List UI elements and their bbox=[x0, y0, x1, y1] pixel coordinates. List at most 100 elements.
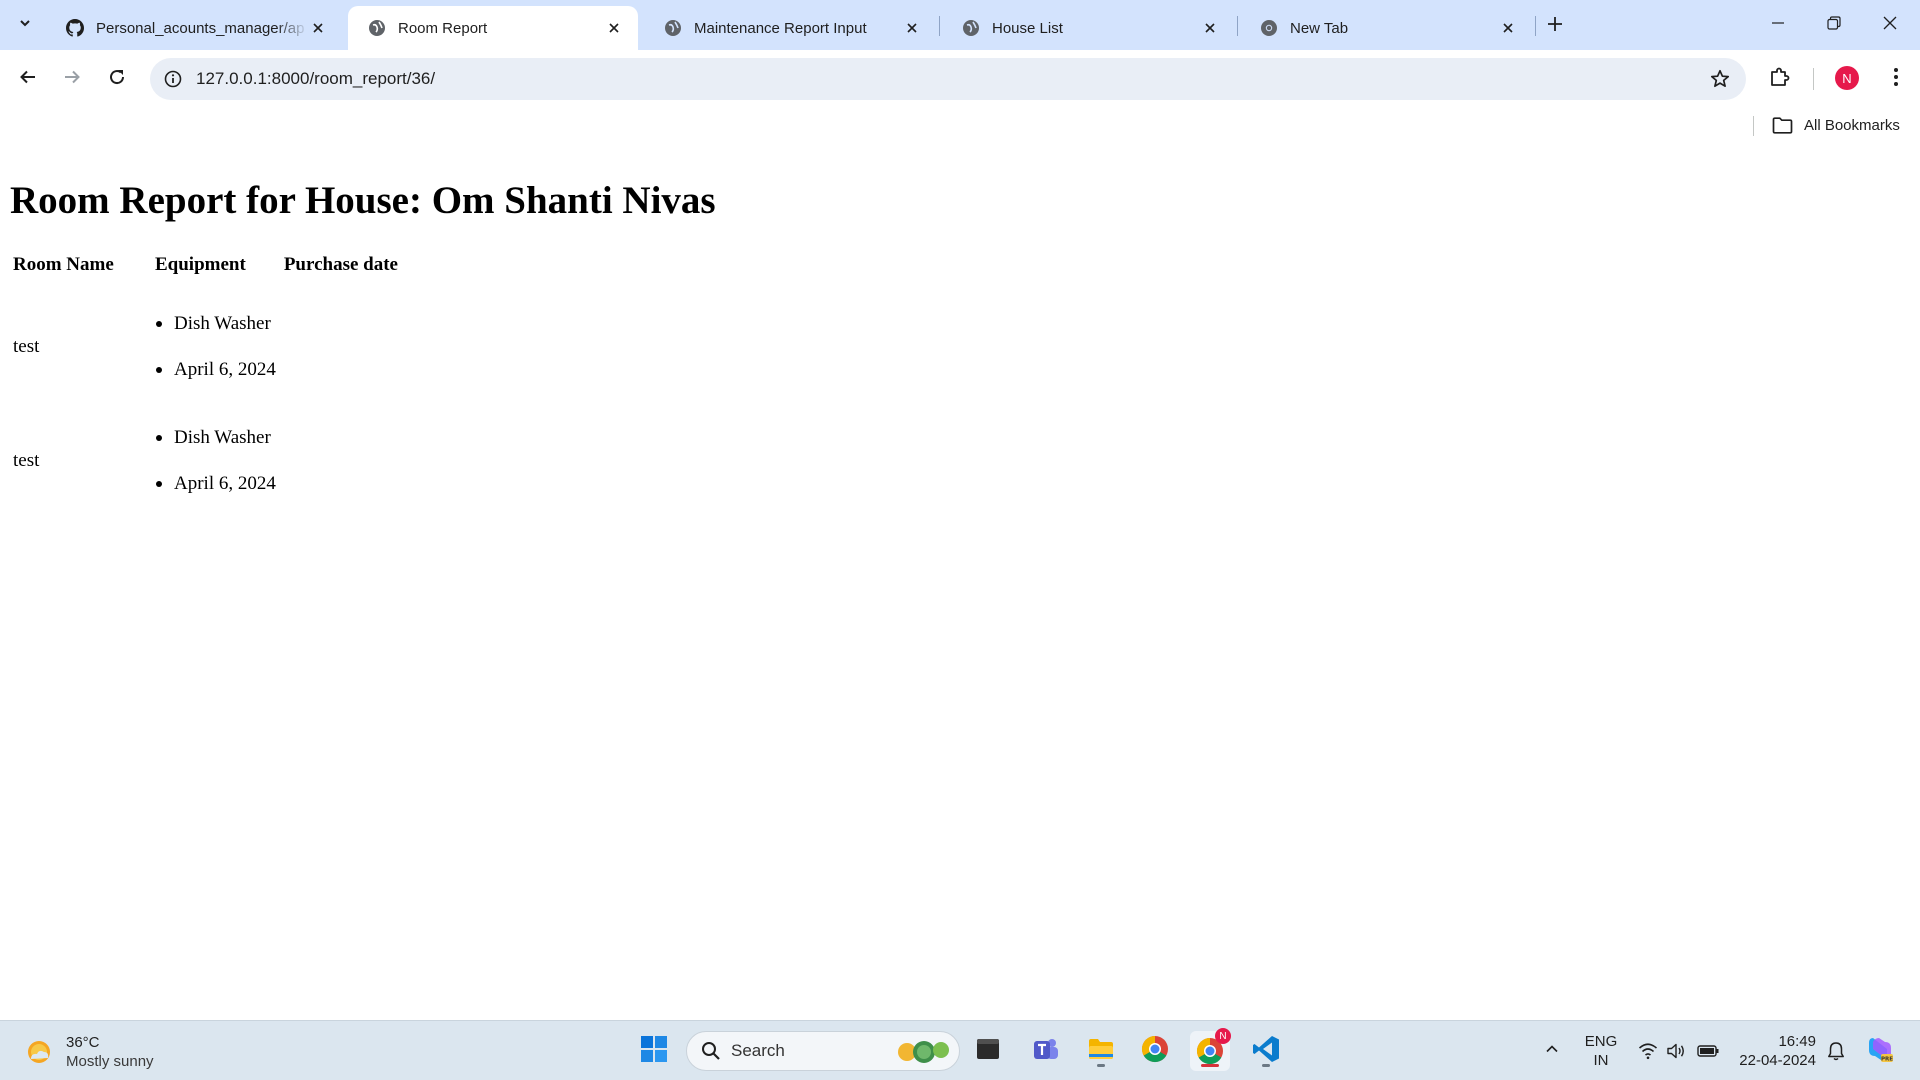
globe-icon bbox=[368, 19, 386, 37]
arrow-left-icon bbox=[19, 68, 37, 91]
taskbar-search-box[interactable]: Search bbox=[686, 1031, 960, 1071]
new-tab-button[interactable] bbox=[1540, 11, 1570, 41]
close-window-button[interactable] bbox=[1862, 0, 1918, 50]
toolbar-separator bbox=[1813, 68, 1814, 90]
running-indicator bbox=[1097, 1064, 1105, 1067]
language-indicator[interactable]: ENG IN bbox=[1584, 1032, 1618, 1070]
taskbar-app-vscode[interactable] bbox=[1246, 1031, 1286, 1071]
equipment-item: Dish Washer bbox=[155, 415, 434, 461]
clock-date: 22-04-2024 bbox=[1739, 1052, 1816, 1069]
all-bookmarks-button[interactable]: All Bookmarks bbox=[1772, 114, 1900, 136]
tab-separator bbox=[939, 16, 940, 36]
equipment-list-cell: Dish Washer April 6, 2024 bbox=[153, 404, 434, 518]
start-button[interactable] bbox=[634, 1031, 674, 1071]
tab-maintenance-report[interactable]: Maintenance Report Input bbox=[644, 6, 936, 50]
all-bookmarks-label: All Bookmarks bbox=[1804, 116, 1900, 134]
forward-button[interactable] bbox=[56, 63, 88, 95]
minimize-button[interactable] bbox=[1750, 0, 1806, 50]
arrow-right-icon bbox=[63, 68, 81, 91]
search-icon bbox=[701, 1041, 721, 1061]
tab-room-report[interactable]: Room Report bbox=[348, 6, 638, 50]
chevron-down-icon bbox=[18, 16, 32, 35]
chevron-up-icon bbox=[1545, 1042, 1559, 1061]
language-code: ENG bbox=[1584, 1033, 1618, 1050]
notifications-bell-icon[interactable] bbox=[1824, 1039, 1848, 1063]
taskbar-app-chrome[interactable] bbox=[1135, 1031, 1175, 1071]
close-icon[interactable] bbox=[604, 18, 624, 38]
running-indicator-active bbox=[1201, 1064, 1219, 1067]
close-icon[interactable] bbox=[1498, 18, 1518, 38]
plus-icon bbox=[1547, 16, 1563, 37]
globe-icon bbox=[962, 19, 980, 37]
bookmark-star-icon[interactable] bbox=[1708, 67, 1732, 91]
equipment-list: Dish Washer April 6, 2024 bbox=[155, 415, 434, 507]
taskbar-app-terminal[interactable] bbox=[968, 1031, 1008, 1071]
page-content: Room Report for House: Om Shanti Nivas R… bbox=[0, 142, 1920, 1020]
bookmarks-bar: All Bookmarks bbox=[0, 108, 1920, 142]
reload-icon bbox=[108, 68, 126, 91]
close-icon bbox=[1883, 16, 1897, 35]
windows-taskbar: 36°C Mostly sunny Search N ENG IN 16:49 … bbox=[0, 1020, 1920, 1080]
copilot-button[interactable]: PRE bbox=[1860, 1031, 1900, 1071]
room-name-cell: test bbox=[13, 336, 40, 357]
restore-icon bbox=[1827, 15, 1841, 35]
tab-title: Maintenance Report Input bbox=[694, 19, 867, 37]
puzzle-icon bbox=[1769, 66, 1791, 93]
url-text[interactable]: 127.0.0.1:8000/room_report/36/ bbox=[196, 69, 435, 89]
taskbar-app-teams[interactable] bbox=[1026, 1031, 1066, 1071]
tab-separator bbox=[1535, 16, 1536, 36]
weather-temperature: 36°C bbox=[66, 1034, 100, 1051]
weather-widget[interactable]: 36°C Mostly sunny bbox=[22, 1033, 154, 1071]
tab-house-list[interactable]: House List bbox=[942, 6, 1234, 50]
tab-new-tab[interactable]: New Tab bbox=[1240, 6, 1532, 50]
chrome-profile-app-icon: N bbox=[1195, 1028, 1231, 1066]
close-icon[interactable] bbox=[902, 18, 922, 38]
taskbar-app-file-explorer[interactable] bbox=[1081, 1031, 1121, 1071]
room-name-cell: test bbox=[13, 450, 40, 471]
folder-icon bbox=[1772, 116, 1794, 134]
clock-time: 16:49 bbox=[1778, 1033, 1816, 1050]
extensions-button[interactable] bbox=[1764, 63, 1796, 95]
column-header-room-name: Room Name bbox=[13, 254, 114, 275]
column-header-purchase-date: Purchase date bbox=[283, 254, 398, 275]
partly-sunny-icon bbox=[22, 1035, 56, 1069]
wifi-icon[interactable] bbox=[1636, 1039, 1660, 1063]
svg-text:PRE: PRE bbox=[1881, 1056, 1893, 1062]
tab-github[interactable]: Personal_acounts_manager/ap bbox=[46, 6, 342, 50]
battery-icon[interactable] bbox=[1696, 1039, 1720, 1063]
terminal-app-icon bbox=[974, 1035, 1002, 1068]
github-icon bbox=[66, 19, 84, 37]
search-highlight-icon bbox=[895, 1038, 953, 1066]
reload-button[interactable] bbox=[101, 63, 133, 95]
table-row: test Dish Washer April 6, 2024 bbox=[11, 290, 434, 404]
table-row: test Dish Washer April 6, 2024 bbox=[11, 404, 434, 518]
windows-logo-icon bbox=[640, 1035, 668, 1068]
close-icon[interactable] bbox=[308, 18, 328, 38]
volume-icon[interactable] bbox=[1664, 1039, 1688, 1063]
table-header-row: Room Name Equipment Purchase date bbox=[11, 254, 434, 290]
taskbar-app-chrome-profile[interactable]: N bbox=[1190, 1028, 1231, 1071]
tab-search-button[interactable] bbox=[10, 8, 40, 42]
close-icon[interactable] bbox=[1200, 18, 1220, 38]
show-hidden-icons-button[interactable] bbox=[1540, 1039, 1564, 1063]
tab-title: Room Report bbox=[398, 19, 488, 37]
purchase-date-item: April 6, 2024 bbox=[155, 461, 434, 507]
site-info-icon[interactable] bbox=[162, 68, 184, 90]
browser-toolbar: 127.0.0.1:8000/room_report/36/ bbox=[0, 50, 1920, 108]
teams-app-icon bbox=[1031, 1034, 1061, 1069]
address-bar[interactable]: 127.0.0.1:8000/room_report/36/ bbox=[150, 58, 1746, 100]
equipment-item: Dish Washer bbox=[155, 301, 434, 347]
profile-avatar[interactable]: N bbox=[1835, 66, 1859, 90]
equipment-list: Dish Washer April 6, 2024 bbox=[155, 301, 434, 393]
tab-title: New Tab bbox=[1290, 19, 1349, 37]
tab-title: House List bbox=[992, 19, 1063, 37]
back-button[interactable] bbox=[12, 63, 44, 95]
column-header-equipment: Equipment bbox=[155, 254, 246, 275]
chrome-app-icon bbox=[1140, 1034, 1170, 1069]
tab-separator bbox=[1237, 16, 1238, 36]
browser-tab-strip: Personal_acounts_manager/ap Room Report … bbox=[0, 0, 1920, 50]
browser-menu-button[interactable] bbox=[1880, 63, 1912, 95]
clock[interactable]: 16:49 22-04-2024 bbox=[1736, 1032, 1816, 1070]
restore-button[interactable] bbox=[1806, 0, 1862, 50]
purchase-date-item: April 6, 2024 bbox=[155, 347, 434, 393]
